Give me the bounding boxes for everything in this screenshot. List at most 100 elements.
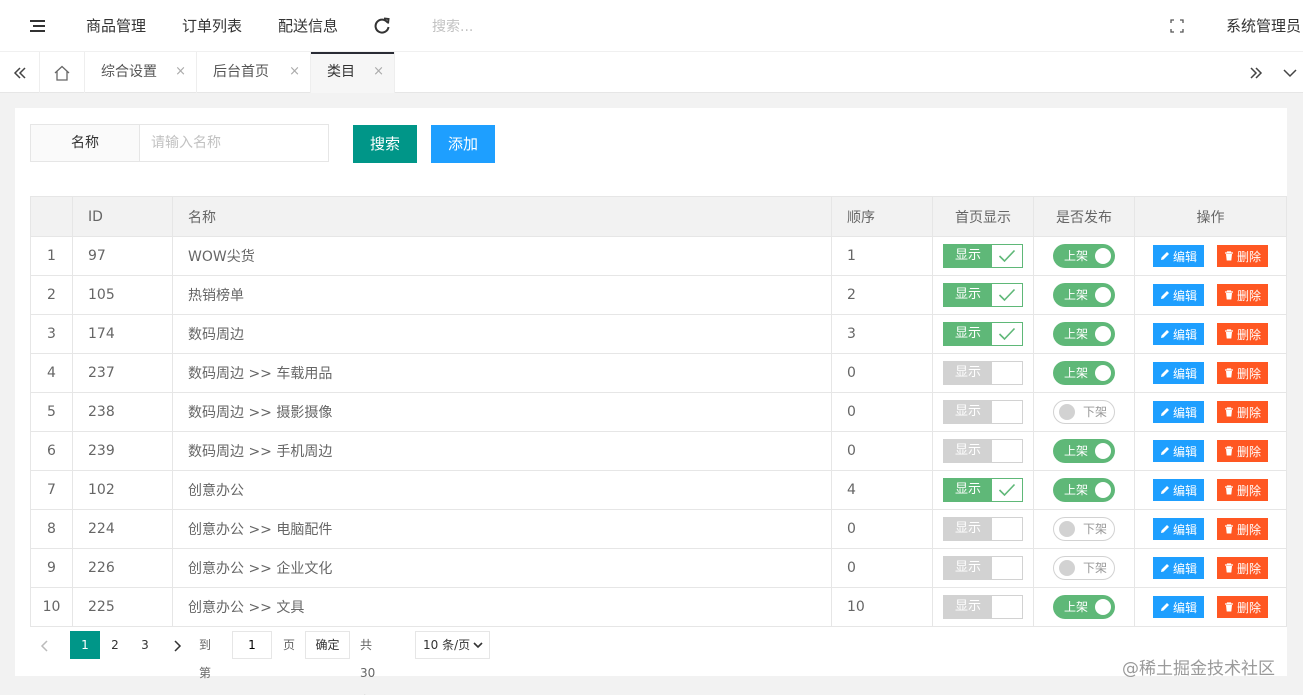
close-icon[interactable]: × bbox=[289, 52, 300, 92]
publish-label: 上架 bbox=[1064, 288, 1089, 302]
add-button[interactable]: 添加 bbox=[431, 125, 495, 163]
page-2[interactable]: 2 bbox=[100, 631, 130, 659]
row-name: 数码周边 >> 摄影摄像 bbox=[172, 392, 832, 432]
goto-page-input[interactable] bbox=[232, 631, 272, 659]
col-name-header[interactable]: 名称 bbox=[172, 196, 832, 237]
homepage-show-checkbox[interactable]: 显示 bbox=[943, 283, 1023, 307]
tab-scroll-right-button[interactable] bbox=[1236, 52, 1276, 93]
row-name: 创意办公 >> 文具 bbox=[172, 587, 832, 627]
per-page-value: 10 条/页 bbox=[423, 638, 471, 652]
edit-button[interactable]: 编辑 bbox=[1153, 284, 1204, 306]
delete-button[interactable]: 删除 bbox=[1217, 284, 1268, 306]
nav-goods-management[interactable]: 商品管理 bbox=[86, 0, 146, 52]
homepage-show-checkbox[interactable]: 显示 bbox=[943, 361, 1023, 385]
col-id-header[interactable]: ID bbox=[72, 196, 173, 237]
edit-button[interactable]: 编辑 bbox=[1153, 479, 1204, 501]
row-id: 238 bbox=[72, 392, 173, 432]
homepage-show-checkbox[interactable]: 显示 bbox=[943, 439, 1023, 463]
edit-button[interactable]: 编辑 bbox=[1153, 245, 1204, 267]
edit-button[interactable]: 编辑 bbox=[1153, 401, 1204, 423]
homepage-show-checkbox[interactable]: 显示 bbox=[943, 517, 1023, 541]
publish-switch[interactable]: 上架 bbox=[1053, 244, 1115, 268]
edit-button[interactable]: 编辑 bbox=[1153, 323, 1204, 345]
pencil-icon bbox=[1160, 408, 1169, 416]
goto-confirm-button[interactable]: 确定 bbox=[305, 631, 350, 659]
pencil-icon bbox=[1160, 330, 1169, 338]
user-menu[interactable]: 系统管理员▾ bbox=[1226, 0, 1303, 52]
actions-cell: 编辑 删除 bbox=[1134, 314, 1287, 354]
publish-switch[interactable]: 下架 bbox=[1053, 556, 1115, 580]
homepage-show-checkbox[interactable]: 显示 bbox=[943, 322, 1023, 346]
row-index: 9 bbox=[30, 548, 73, 588]
homepage-show-checkbox[interactable]: 显示 bbox=[943, 556, 1023, 580]
nav-order-list[interactable]: 订单列表 bbox=[182, 0, 242, 52]
delete-button[interactable]: 删除 bbox=[1217, 596, 1268, 618]
actions-cell: 编辑 删除 bbox=[1134, 353, 1287, 393]
row-name: 数码周边 bbox=[172, 314, 832, 354]
close-icon[interactable]: × bbox=[175, 52, 186, 92]
menu-toggle-icon[interactable] bbox=[24, 17, 52, 35]
edit-button[interactable]: 编辑 bbox=[1153, 362, 1204, 384]
prev-page-icon[interactable] bbox=[38, 640, 52, 652]
tab-admin-home[interactable]: 后台首页 × bbox=[197, 52, 311, 93]
edit-label: 编辑 bbox=[1172, 444, 1197, 459]
edit-button[interactable]: 编辑 bbox=[1153, 440, 1204, 462]
name-filter-label: 名称 bbox=[30, 124, 140, 162]
refresh-icon[interactable] bbox=[372, 16, 392, 36]
homepage-show-checkbox[interactable]: 显示 bbox=[943, 244, 1023, 268]
delete-button[interactable]: 删除 bbox=[1217, 245, 1268, 267]
delete-button[interactable]: 删除 bbox=[1217, 401, 1268, 423]
homepage-show-checkbox[interactable]: 显示 bbox=[943, 478, 1023, 502]
edit-button[interactable]: 编辑 bbox=[1153, 518, 1204, 540]
publish-switch[interactable]: 下架 bbox=[1053, 400, 1115, 424]
close-icon[interactable]: × bbox=[373, 52, 384, 92]
publish-switch[interactable]: 上架 bbox=[1053, 322, 1115, 346]
tab-scroll-left-button[interactable] bbox=[0, 52, 40, 93]
tab-menu-dropdown[interactable] bbox=[1276, 52, 1303, 93]
delete-button[interactable]: 删除 bbox=[1217, 323, 1268, 345]
page-3[interactable]: 3 bbox=[130, 631, 160, 659]
publish-switch[interactable]: 上架 bbox=[1053, 595, 1115, 619]
publish-switch[interactable]: 上架 bbox=[1053, 478, 1115, 502]
delete-button[interactable]: 删除 bbox=[1217, 362, 1268, 384]
publish-switch[interactable]: 上架 bbox=[1053, 283, 1115, 307]
delete-button[interactable]: 删除 bbox=[1217, 440, 1268, 462]
table-row: 4 237 数码周边 >> 车载用品 0 显示 上架 编辑 删除 bbox=[30, 353, 1287, 393]
row-order: 4 bbox=[831, 470, 933, 510]
page-unit-label: 页 bbox=[283, 638, 296, 652]
publish-label: 上架 bbox=[1064, 327, 1089, 341]
table-body: 1 97 WOW尖货 1 显示 上架 编辑 删除 2 105 热销榜单 2 显示 上架 编辑 删除 3 174 数码… bbox=[30, 236, 1287, 627]
delete-button[interactable]: 删除 bbox=[1217, 518, 1268, 540]
row-index: 5 bbox=[30, 392, 73, 432]
next-page-icon[interactable] bbox=[171, 640, 185, 652]
tab-general-settings[interactable]: 综合设置 × bbox=[85, 52, 197, 93]
delete-button[interactable]: 删除 bbox=[1217, 557, 1268, 579]
publish-switch[interactable]: 上架 bbox=[1053, 361, 1115, 385]
double-chevron-left-icon bbox=[13, 66, 26, 79]
publish-cell: 上架 bbox=[1033, 470, 1135, 510]
edit-button[interactable]: 编辑 bbox=[1153, 557, 1204, 579]
publish-label: 上架 bbox=[1064, 249, 1089, 263]
row-name: 数码周边 >> 车载用品 bbox=[172, 353, 832, 393]
homepage-show-checkbox[interactable]: 显示 bbox=[943, 400, 1023, 424]
tab-category[interactable]: 类目 × bbox=[311, 52, 395, 93]
col-order-header[interactable]: 顺序 bbox=[831, 196, 933, 237]
pencil-icon bbox=[1160, 291, 1169, 299]
per-page-select[interactable]: 10 条/页 bbox=[415, 631, 490, 659]
page-1[interactable]: 1 bbox=[70, 631, 100, 659]
actions-cell: 编辑 删除 bbox=[1134, 431, 1287, 471]
actions-cell: 编辑 删除 bbox=[1134, 236, 1287, 276]
name-filter-input[interactable] bbox=[139, 124, 329, 162]
fullscreen-icon[interactable] bbox=[1170, 19, 1184, 33]
homepage-show-checkbox[interactable]: 显示 bbox=[943, 595, 1023, 619]
header-search-input[interactable] bbox=[432, 13, 632, 41]
search-button[interactable]: 搜索 bbox=[353, 125, 417, 163]
row-name: 创意办公 >> 电脑配件 bbox=[172, 509, 832, 549]
edit-button[interactable]: 编辑 bbox=[1153, 596, 1204, 618]
home-tab[interactable] bbox=[40, 52, 85, 93]
delete-button[interactable]: 删除 bbox=[1217, 479, 1268, 501]
col-publish-header: 是否发布 bbox=[1033, 196, 1135, 237]
publish-switch[interactable]: 下架 bbox=[1053, 517, 1115, 541]
publish-switch[interactable]: 上架 bbox=[1053, 439, 1115, 463]
nav-delivery-info[interactable]: 配送信息 bbox=[278, 0, 338, 52]
